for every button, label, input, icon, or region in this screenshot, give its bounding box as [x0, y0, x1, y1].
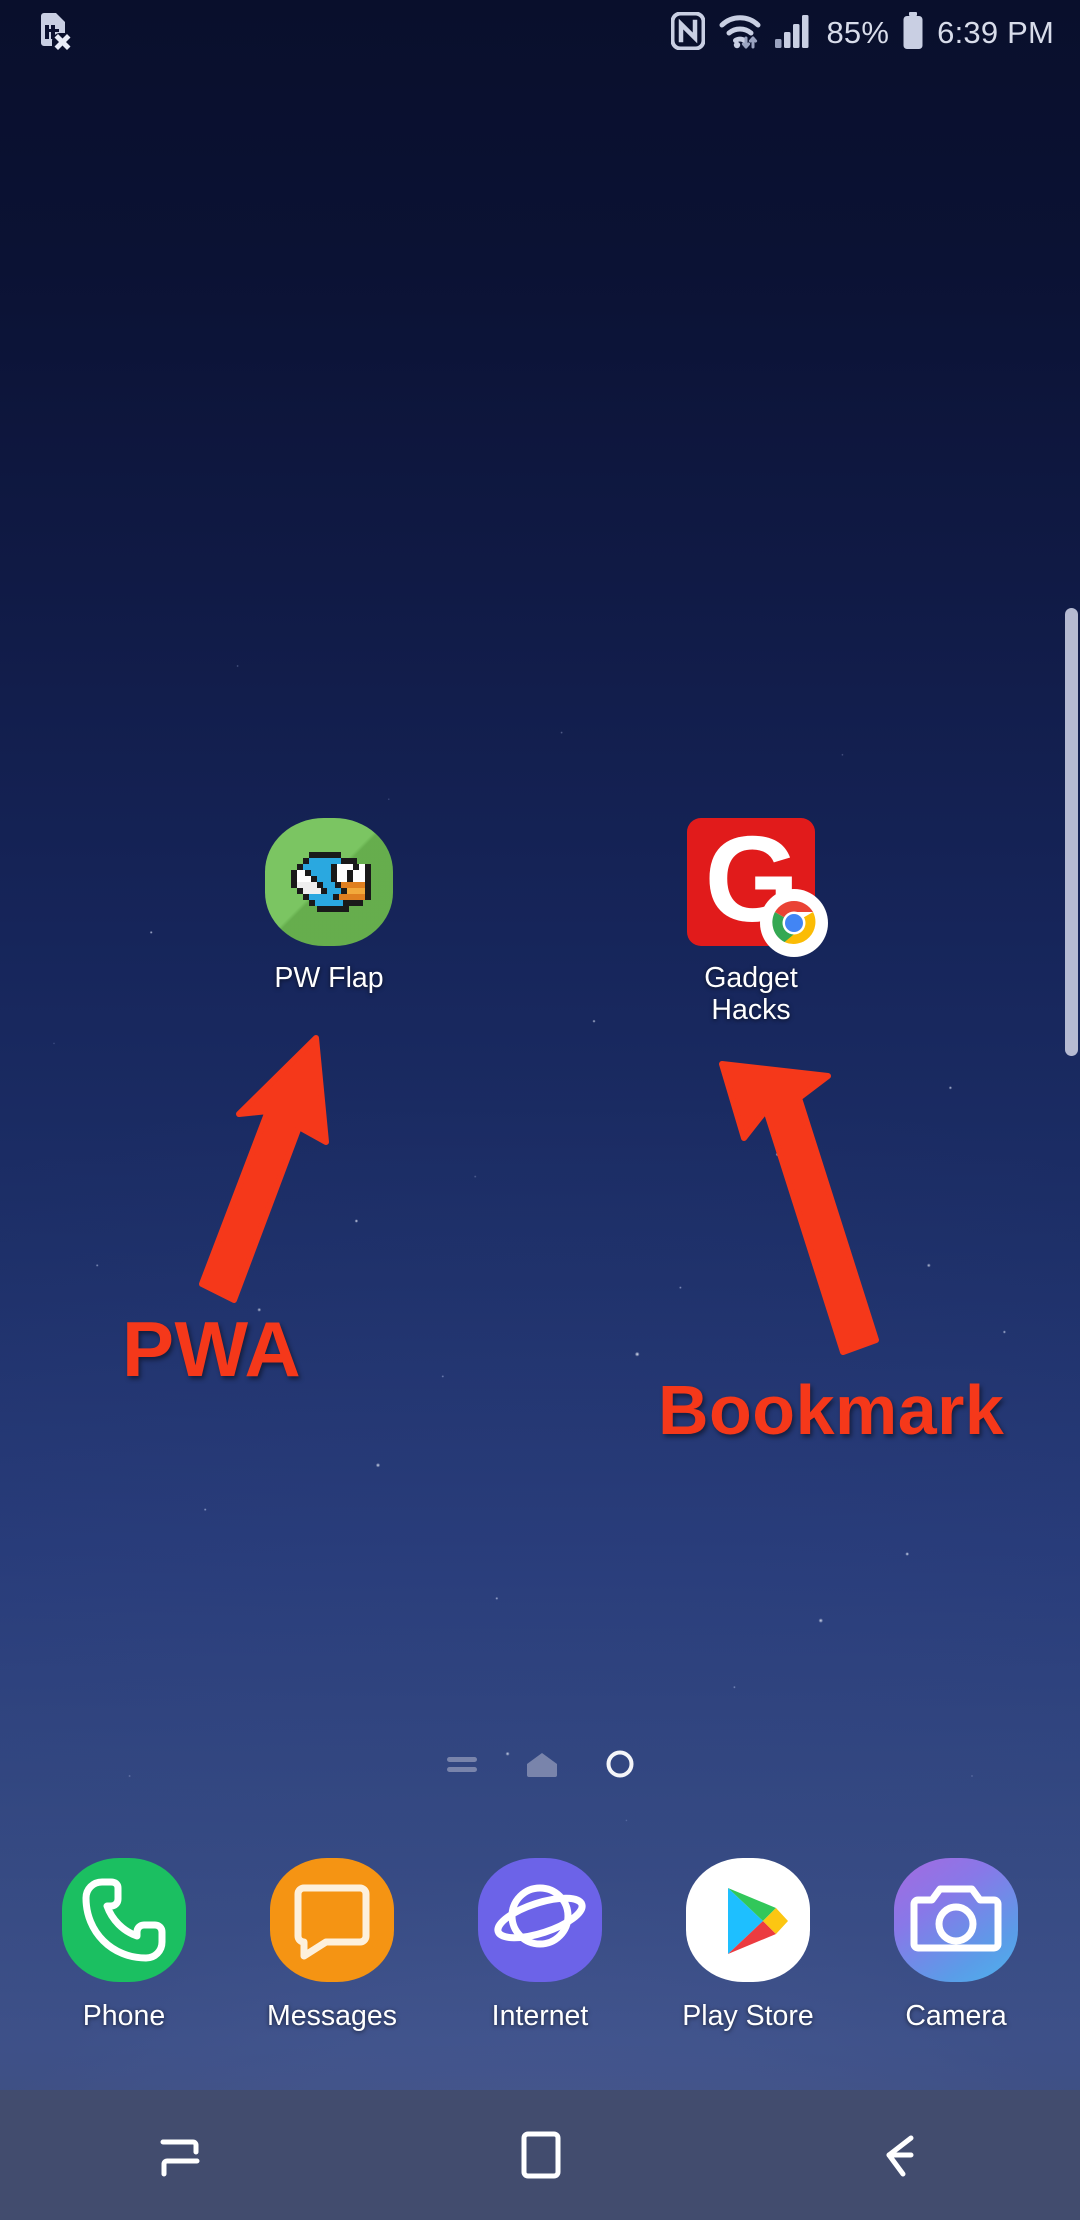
planet-icon[interactable]: [478, 1858, 602, 1982]
bookmark-annotation-label: Bookmark: [658, 1371, 1005, 1449]
back-arrow-icon: [886, 2135, 914, 2177]
phone-icon[interactable]: [62, 1858, 186, 1982]
home-app-gadget-hacks[interactable]: G Gadget Hacks: [656, 818, 846, 1027]
dock: Phone Messages Internet Play Store Camer…: [0, 1858, 1080, 2066]
dock-app-label: Messages: [267, 2000, 397, 2032]
chrome-badge-icon: [765, 894, 823, 952]
page-scroll-indicator[interactable]: [1065, 608, 1078, 1056]
flappy-bird-glyph: [291, 852, 371, 912]
nfc-icon: [670, 11, 706, 55]
play-store-icon[interactable]: [686, 1858, 810, 1982]
home-square-icon: [521, 2131, 561, 2179]
message-bubble-icon[interactable]: [270, 1858, 394, 1982]
battery-icon: [902, 11, 924, 55]
page-dot-current[interactable]: [605, 1749, 635, 1784]
dock-app-messages[interactable]: Messages: [237, 1858, 427, 2033]
page-dot-home[interactable]: [525, 1750, 559, 1783]
speech-bubble-glyph: [294, 1884, 370, 1960]
gadget-hacks-icon[interactable]: G: [687, 818, 823, 952]
saturn-planet-glyph: [494, 1884, 586, 1948]
dock-app-internet[interactable]: Internet: [445, 1858, 635, 2033]
dock-app-label: Camera: [905, 2000, 1007, 2032]
home-app-pw-flap[interactable]: PW Flap: [234, 818, 424, 994]
dock-app-play-store[interactable]: Play Store: [653, 1858, 843, 2033]
camera-glyph: [910, 1885, 1002, 1952]
battery-percent-label: 85%: [826, 15, 890, 50]
pw-flap-icon[interactable]: [265, 818, 393, 946]
dock-app-label: Phone: [82, 2000, 166, 2032]
bookmark-arrow-icon: [719, 1061, 879, 1355]
signal-bars-icon: [775, 14, 813, 53]
play-store-glyph: [728, 1888, 788, 1954]
home-app-label: Gadget Hacks: [704, 962, 798, 1027]
status-bar[interactable]: 85% 6:39 PM: [0, 0, 1080, 66]
dock-app-camera[interactable]: Camera: [861, 1858, 1051, 2033]
no-sim-card-icon: [38, 11, 72, 56]
navigation-bar: [0, 2090, 1080, 2220]
pwa-annotation-label: PWA: [122, 1305, 302, 1393]
recents-icon: [160, 2139, 200, 2177]
clock-label: 6:39 PM: [937, 15, 1054, 50]
page-dot-feed[interactable]: [445, 1751, 479, 1782]
back-button[interactable]: [820, 2090, 980, 2220]
dock-app-phone[interactable]: Phone: [29, 1858, 219, 2033]
home-button[interactable]: [460, 2090, 620, 2220]
page-indicator[interactable]: [0, 1742, 1080, 1790]
dock-app-label: Internet: [491, 2000, 589, 2032]
dock-app-label: Play Store: [682, 2000, 814, 2032]
phone-handset-glyph: [82, 1878, 166, 1962]
pwa-arrow-icon: [199, 1035, 329, 1303]
wifi-icon: [718, 12, 762, 55]
recents-button[interactable]: [100, 2090, 260, 2220]
home-app-label: PW Flap: [274, 962, 384, 994]
camera-icon[interactable]: [894, 1858, 1018, 1982]
